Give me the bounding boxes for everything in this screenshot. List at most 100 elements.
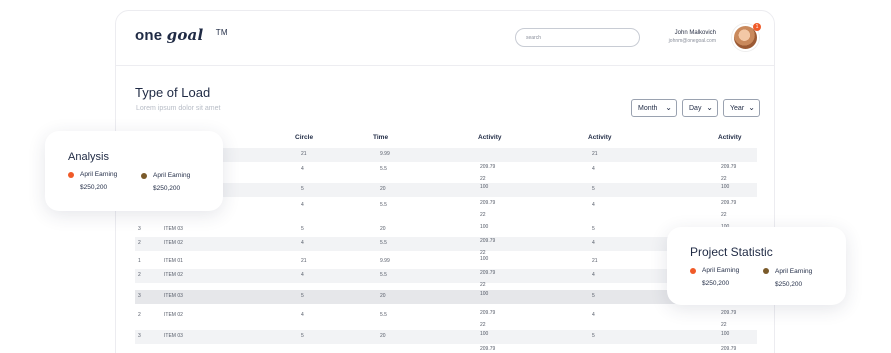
logo-goal: goal [166, 26, 204, 44]
table-cell-act1a: 100 [480, 184, 489, 190]
legend-dot-icon [763, 268, 769, 274]
analysis-item-label: April Earning [153, 172, 191, 179]
table-cell-circle: 21 [301, 258, 307, 264]
table-cell-item: ITEM 02 [164, 312, 183, 318]
table-cell-item: ITEM 02 [164, 240, 183, 246]
table-cell-act3b: 22 [721, 176, 727, 182]
col-header-activity-2[interactable]: Activity [588, 134, 611, 141]
table-cell-time: 5.5 [380, 312, 387, 318]
table-cell-act1a: 100 [480, 256, 489, 262]
table-cell-act2: 5 [592, 186, 595, 192]
table-cell-num: 3 [138, 333, 141, 339]
table-row[interactable]: 2 ITEM 02 4 5.5 209.79 22 4 [135, 237, 757, 256]
table-cell-num: 3 [138, 293, 141, 299]
table-cell-item: ITEM 02 [164, 272, 183, 278]
table-row[interactable]: 1 ITEM 01 21 9.99 100 21 [135, 255, 757, 269]
legend-dot-icon [68, 172, 74, 178]
table-row[interactable]: 3 ITEM 03 5 20 100 5 [135, 290, 757, 304]
logo-trademark: TM [215, 28, 228, 37]
notification-badge[interactable]: 1 [753, 23, 761, 31]
day-select-label: Day [689, 105, 702, 112]
table-cell-act3a: 209.79 [721, 164, 737, 170]
project-item-label: April Earning [775, 268, 813, 275]
table-cell-act3a: 209.79 [721, 310, 737, 316]
table-cell-act3b: 22 [721, 212, 727, 218]
table-cell-circle: 4 [301, 312, 304, 318]
table-cell-act2: 4 [592, 312, 595, 318]
table-cell-num: 3 [138, 226, 141, 232]
table-cell-num: 1 [138, 258, 141, 264]
table-cell-act1a: 209.79 [480, 164, 496, 170]
table-row[interactable]: 4 5.5 209.79 22 4 209.79 22 [135, 163, 757, 182]
table-cell-circle: 21 [301, 151, 307, 157]
analysis-card: Analysis April Earning $250,200 April Ea… [45, 131, 223, 211]
month-select-label: Month [638, 105, 658, 112]
table-row[interactable]: 209.79 209.79 [135, 345, 757, 353]
chevron-down-icon: ⌄ [748, 103, 755, 112]
table-row[interactable]: 2ITEM 0245.5209.79224209.7922 [135, 199, 757, 218]
year-select[interactable]: Year ⌄ [723, 99, 760, 117]
month-select[interactable]: Month ⌄ [631, 99, 677, 117]
table-cell-circle: 4 [301, 240, 304, 246]
table-cell-circle: 4 [301, 272, 304, 278]
table-cell-act1a: 209.79 [480, 238, 496, 244]
table-cell-num: 2 [138, 272, 141, 278]
user-name: John Malkovich [674, 30, 716, 36]
table-cell-num: 2 [138, 240, 141, 246]
table-cell-time: 20 [380, 186, 386, 192]
table-cell-circle: 4 [301, 166, 304, 172]
table-cell-item: ITEM 03 [164, 293, 183, 299]
col-header-activity-3[interactable]: Activity [718, 134, 741, 141]
table-row[interactable]: 2 ITEM 02 4 5.5 209.79 22 4 [135, 269, 757, 288]
table-cell-act1a: 100 [480, 331, 489, 337]
col-header-circle[interactable]: Circle [295, 134, 313, 141]
table-row[interactable]: 21 9.99 21 [135, 148, 757, 162]
table-cell-circle: 5 [301, 293, 304, 299]
chevron-down-icon: ⌄ [706, 103, 713, 112]
user-email: johnm@onegoal.com [668, 38, 716, 44]
table-cell-time: 20 [380, 226, 386, 232]
brand-logo[interactable]: one goal TM [135, 26, 228, 44]
analysis-item-value: $250,200 [153, 185, 181, 192]
day-select[interactable]: Day ⌄ [682, 99, 718, 117]
col-header-activity-1[interactable]: Activity [478, 134, 501, 141]
analysis-item-value: $250,200 [80, 184, 108, 191]
table-cell-time: 5.5 [380, 272, 387, 278]
table-row[interactable]: 3ITEM 035201005100 [135, 223, 757, 237]
table-row[interactable]: 2ITEM 0245.5209.79224209.7922 [135, 309, 757, 328]
table-row[interactable]: 5 20 100 5 100 [135, 183, 757, 197]
table-cell-act3a: 100 [721, 331, 730, 337]
table-cell-time: 20 [380, 293, 386, 299]
year-select-label: Year [730, 105, 745, 112]
search-input[interactable]: search [515, 28, 640, 47]
project-item-value: $250,200 [702, 280, 730, 287]
table-cell-act2: 4 [592, 272, 595, 278]
table-cell-act3b: 22 [721, 322, 727, 328]
table-row[interactable]: 3ITEM 035201005100 [135, 330, 757, 344]
table-cell-act1a: 209.79 [480, 346, 496, 352]
project-item-value: $250,200 [775, 281, 803, 288]
table-cell-act3a: 209.79 [721, 346, 737, 352]
table-cell-act1a: 209.79 [480, 270, 496, 276]
table-cell-act1b: 22 [480, 282, 486, 288]
table-cell-act1b: 22 [480, 176, 486, 182]
table-cell-circle: 4 [301, 202, 304, 208]
table-cell-item: ITEM 03 [164, 226, 183, 232]
table-cell-act3a: 209.79 [721, 200, 737, 206]
table-cell-act2: 21 [592, 151, 598, 157]
table-cell-act1a: 209.79 [480, 310, 496, 316]
table-cell-act1a: 100 [480, 224, 489, 230]
table-cell-act1b: 22 [480, 322, 486, 328]
table-cell-act2: 5 [592, 293, 595, 299]
table-cell-circle: 5 [301, 226, 304, 232]
table-cell-act1b: 22 [480, 212, 486, 218]
table-cell-time: 9.99 [380, 258, 390, 264]
table-cell-act3a: 100 [721, 184, 730, 190]
table-cell-circle: 5 [301, 333, 304, 339]
col-header-time[interactable]: Time [373, 134, 388, 141]
chevron-down-icon: ⌄ [665, 103, 672, 112]
table-cell-act2: 5 [592, 333, 595, 339]
table-cell-item: ITEM 03 [164, 333, 183, 339]
table-cell-act2: 4 [592, 202, 595, 208]
table-cell-time: 5.5 [380, 240, 387, 246]
